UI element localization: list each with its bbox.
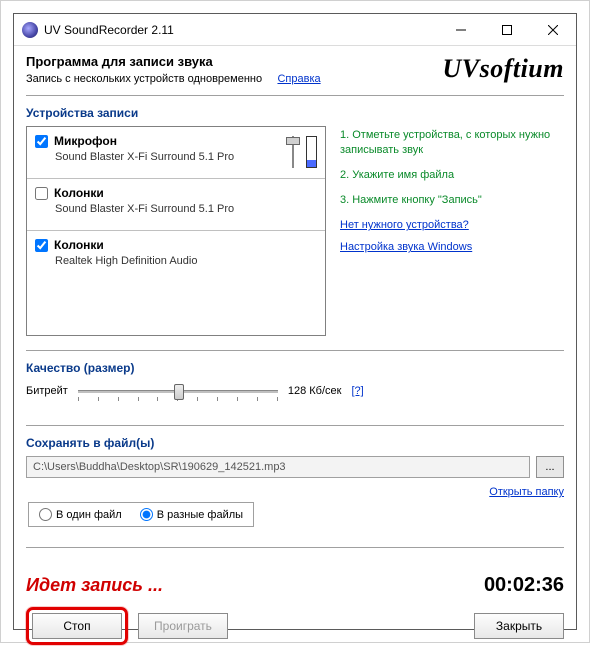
device-item: Колонки Realtek High Definition Audio [27,231,325,282]
maximize-button[interactable] [484,14,530,46]
radio-one-file[interactable]: В один файл [39,508,122,521]
device-checkbox[interactable] [35,187,48,200]
bitrate-label: Битрейт [26,385,68,397]
instruction-step: 3. Нажмите кнопку "Запись" [340,193,564,208]
minimize-button[interactable] [438,14,484,46]
help-link[interactable]: Справка [277,73,320,85]
header: Программа для записи звука Запись с неск… [26,54,564,85]
quality-section-title: Качество (размер) [26,361,564,375]
recording-timer: 00:02:36 [484,574,564,597]
instruction-step: 1. Отметьте устройства, с которых нужно … [340,128,564,158]
bitrate-slider[interactable] [78,381,278,401]
play-button: Проиграть [138,613,228,639]
device-volume-slider[interactable] [286,136,300,168]
divider [26,350,564,351]
device-list[interactable]: Микрофон Sound Blaster X-Fi Surround 5.1… [26,126,326,336]
save-section-title: Сохранять в файл(ы) [26,436,564,450]
titlebar: UV SoundRecorder 2.11 [14,14,576,46]
app-window: UV SoundRecorder 2.11 Программа для запи… [13,13,577,630]
device-name: Микрофон [54,134,117,148]
open-folder-link[interactable]: Открыть папку [489,486,564,498]
windows-sound-link[interactable]: Настройка звука Windows [340,241,472,253]
device-desc: Sound Blaster X-Fi Surround 5.1 Pro [55,203,317,215]
no-device-link[interactable]: Нет нужного устройства? [340,219,469,231]
device-level-meter [306,136,317,168]
bitrate-value: 128 Кб/сек [288,385,342,397]
instruction-step: 2. Укажите имя файла [340,168,564,183]
device-name: Колонки [54,186,104,200]
device-checkbox[interactable] [35,135,48,148]
device-desc: Sound Blaster X-Fi Surround 5.1 Pro [55,151,286,163]
device-item: Колонки Sound Blaster X-Fi Surround 5.1 … [27,179,325,231]
file-mode-group: В один файл В разные файлы [28,502,254,527]
app-title: Программа для записи звука [26,54,442,69]
recording-status: Идет запись ... [26,575,163,596]
device-item: Микрофон Sound Blaster X-Fi Surround 5.1… [27,127,325,179]
device-desc: Realtek High Definition Audio [55,255,317,267]
divider [26,425,564,426]
instructions-panel: 1. Отметьте устройства, с которых нужно … [340,126,564,336]
close-window-button[interactable] [530,14,576,46]
device-name: Колонки [54,238,104,252]
device-checkbox[interactable] [35,239,48,252]
app-subtitle: Запись с нескольких устройств одновремен… [26,73,262,85]
app-icon [22,22,38,38]
divider [26,547,564,548]
close-button[interactable]: Закрыть [474,613,564,639]
brand-logo: UVsoftium [442,54,564,84]
browse-button[interactable]: ... [536,456,564,478]
window-title: UV SoundRecorder 2.11 [44,23,174,37]
highlight-annotation: Стоп [26,607,128,645]
devices-section-title: Устройства записи [26,106,564,120]
divider [26,95,564,96]
stop-button[interactable]: Стоп [32,613,122,639]
bitrate-help-link[interactable]: [?] [351,385,363,397]
radio-many-files[interactable]: В разные файлы [140,508,243,521]
save-path-input[interactable] [26,456,530,478]
